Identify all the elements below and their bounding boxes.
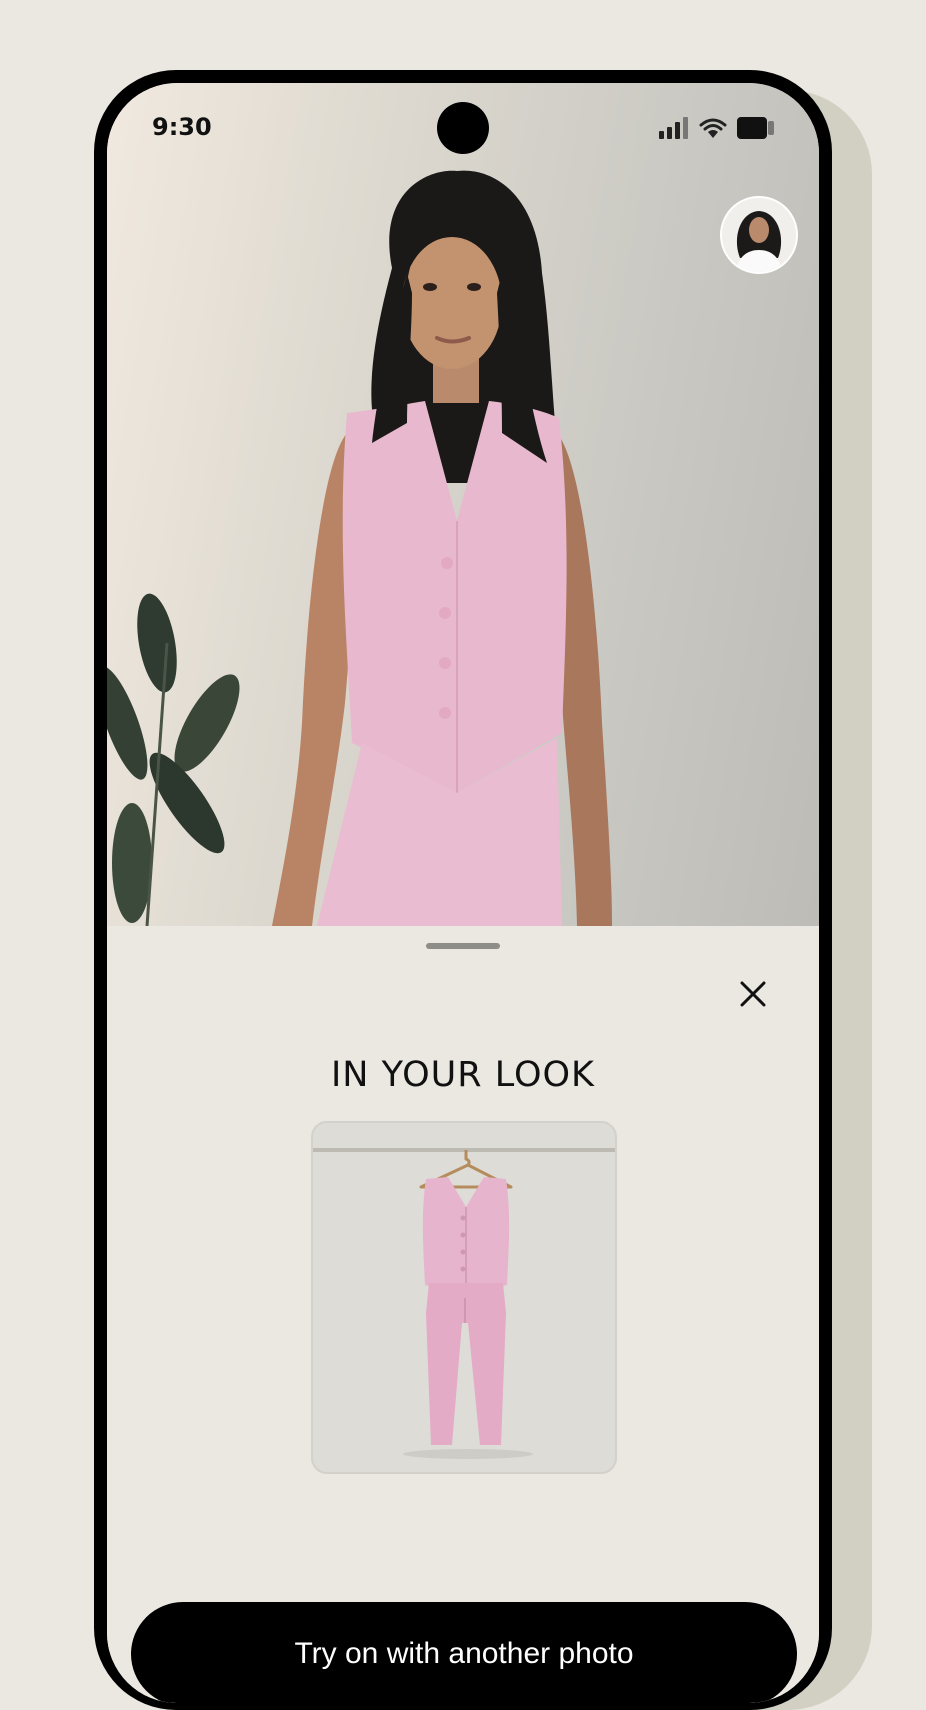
product-shadow [403,1449,533,1459]
try-on-photo: 9:30 [107,83,819,926]
wifi-icon [699,118,727,138]
close-button[interactable] [735,976,771,1012]
sheet-title: IN YOUR LOOK [330,1055,595,1096]
status-icons [659,117,775,139]
status-time: 9:30 [152,113,212,141]
product-card[interactable] [311,1121,617,1474]
front-camera [437,102,489,154]
status-bar: 9:30 [107,83,819,173]
try-on-illustration [107,170,612,926]
try-on-another-photo-button[interactable]: Try on with another photo [131,1602,797,1703]
signal-icon [659,117,688,139]
product-image [419,1150,513,1445]
battery-icon [737,117,774,139]
bottom-sheet: IN YOUR LOOK Try on with another photo [107,926,819,1703]
close-icon [740,981,766,1007]
plant-illustration [107,593,240,926]
profile-photo-avatar[interactable] [720,196,798,274]
drag-handle[interactable] [426,943,500,949]
phone-frame: 9:30 IN YOUR LOOK Try on with another ph… [94,70,832,1710]
avatar-portrait [722,198,796,272]
phone-screen: 9:30 IN YOUR LOOK Try on with another ph… [107,83,819,1703]
